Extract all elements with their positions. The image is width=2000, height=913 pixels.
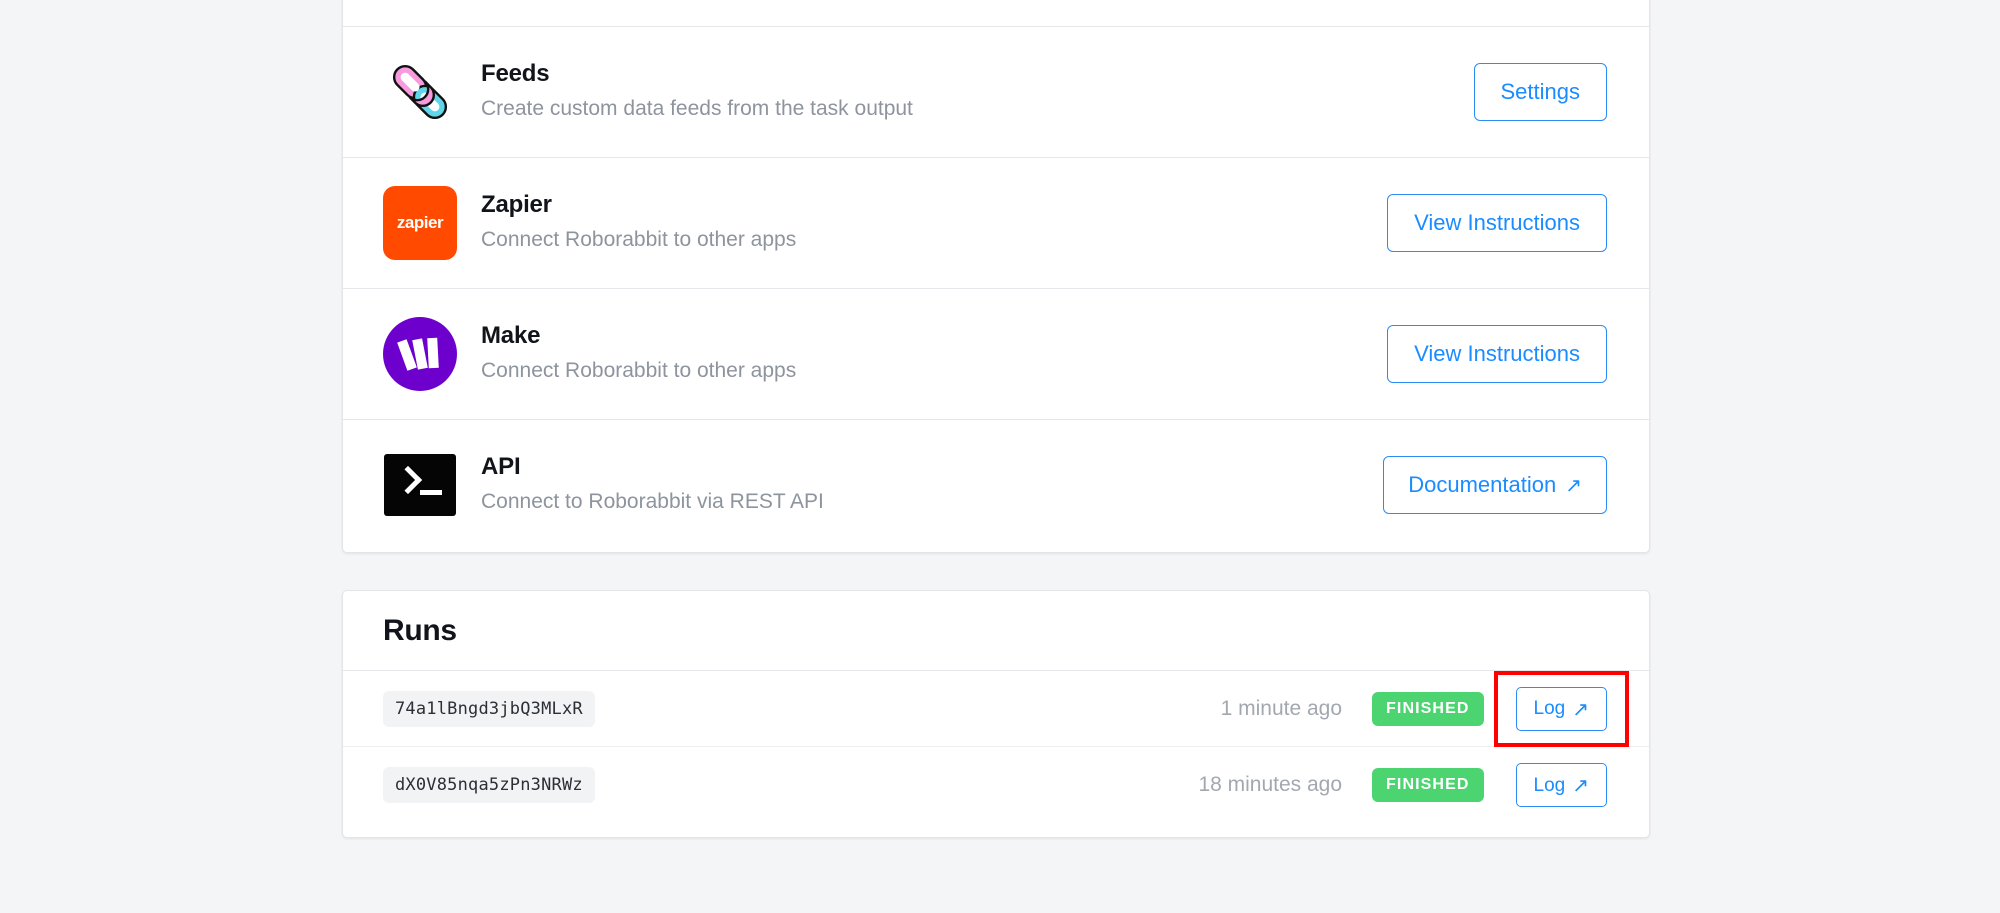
integration-title: Zapier	[481, 191, 552, 219]
integration-text: Feeds Create custom data feeds from the …	[481, 60, 1474, 123]
run-timestamp: 1 minute ago	[1220, 696, 1343, 720]
run-row: dX0V85nqa5zPn3NRWz 18 minutes ago FINISH…	[343, 747, 1649, 823]
run-timestamp: 18 minutes ago	[1198, 773, 1343, 796]
button-label: Log	[1533, 698, 1566, 719]
status-badge: FINISHED	[1372, 768, 1484, 802]
button-label: Log	[1533, 774, 1566, 796]
external-link-icon: ↗	[1565, 475, 1582, 497]
run-log-button[interactable]: Log ↗	[1515, 763, 1607, 807]
integration-description: Create custom data feeds from the task o…	[481, 97, 913, 121]
integration-description: Connect to Roborabbit via REST API	[481, 490, 824, 514]
zapier-wordmark: zapier	[396, 213, 444, 232]
api-documentation-button[interactable]: Documentation ↗	[1383, 456, 1607, 514]
integration-row-api: API Connect to Roborabbit via REST API D…	[343, 419, 1649, 550]
external-link-icon: ↗	[1572, 698, 1589, 721]
integration-text: Zapier Connect Roborabbit to other apps	[481, 191, 1387, 254]
integration-text: API Connect to Roborabbit via REST API	[481, 453, 1383, 516]
integration-text: Make Connect Roborabbit to other apps	[481, 322, 1387, 385]
integration-description: Connect Roborabbit to other apps	[481, 359, 797, 383]
make-logo-icon	[383, 317, 457, 391]
runs-card: Runs 74a1lBngd3jbQ3MLxR 1 minute ago FIN…	[342, 590, 1650, 838]
button-label: Documentation	[1408, 472, 1557, 497]
integration-row-partial	[343, 0, 1649, 26]
run-log-cell: Log ↗	[1515, 763, 1607, 807]
chain-link-icon	[383, 55, 457, 129]
integration-row-make: Make Connect Roborabbit to other apps Vi…	[343, 288, 1649, 419]
status-badge: FINISHED	[1372, 691, 1484, 726]
run-log-button[interactable]: Log ↗	[1515, 686, 1607, 731]
run-id: dX0V85nqa5zPn3NRWz	[383, 767, 595, 803]
run-row: 74a1lBngd3jbQ3MLxR 1 minute ago FINISHED…	[343, 670, 1649, 747]
runs-title: Runs	[383, 613, 457, 647]
zapier-view-instructions-button[interactable]: View Instructions	[1387, 194, 1607, 252]
integration-row-zapier: zapier Zapier Connect Roborabbit to othe…	[343, 157, 1649, 288]
integrations-card: Feeds Create custom data feeds from the …	[342, 0, 1650, 553]
integration-title: Make	[481, 322, 541, 350]
integration-title: Feeds	[481, 60, 550, 88]
integration-row-feeds: Feeds Create custom data feeds from the …	[343, 26, 1649, 157]
integration-title: API	[481, 453, 521, 481]
run-log-cell: Log ↗	[1493, 670, 1629, 747]
feeds-settings-button[interactable]: Settings	[1473, 63, 1607, 121]
button-label: Settings	[1500, 79, 1581, 104]
terminal-icon	[383, 448, 457, 522]
button-label: View Instructions	[1414, 341, 1580, 366]
external-link-icon: ↗	[1572, 775, 1589, 797]
runs-header: Runs	[343, 591, 1649, 671]
run-id: 74a1lBngd3jbQ3MLxR	[383, 690, 595, 727]
page-root: Feeds Create custom data feeds from the …	[0, 0, 2000, 913]
button-label: View Instructions	[1414, 210, 1580, 235]
make-view-instructions-button[interactable]: View Instructions	[1387, 325, 1607, 383]
zapier-logo-icon: zapier	[383, 186, 457, 260]
integration-description: Connect Roborabbit to other apps	[481, 228, 797, 252]
